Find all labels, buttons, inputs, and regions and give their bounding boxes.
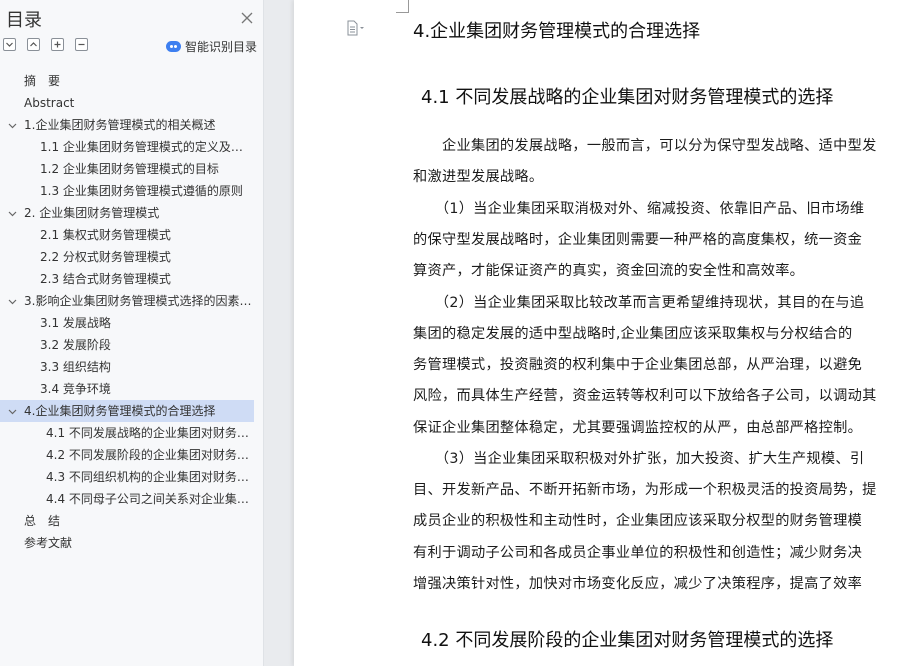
toc-item[interactable]: 4.1 不同发展战略的企业集团对财务管理模式的选择: [0, 422, 262, 444]
toc-item-label: 2.2 分权式财务管理模式: [40, 250, 171, 264]
smart-toc-button[interactable]: 智能识别目录: [166, 38, 257, 54]
toc-scrollbar[interactable]: [255, 66, 261, 666]
chevron-down-icon[interactable]: [8, 121, 17, 130]
margin-corner-mark: [396, 0, 409, 13]
toc-item[interactable]: 1.3 企业集团财务管理模式遵循的原则: [0, 180, 262, 202]
paragraph-line: 成员企业的积极性和主动性时，企业集团应该采取分权型的财务管理模: [413, 513, 863, 529]
toc-item-label: 2.1 集权式财务管理模式: [40, 228, 171, 242]
toc-item-label: 1.企业集团财务管理模式的相关概述: [24, 118, 216, 132]
paragraph-line: （2）当企业集团采取比较改革而言更希望维持现状，其目的在与追: [413, 295, 865, 311]
toc-item-label: 4.4 不同母子公司之间关系对企业集团财务管理模式的选择: [46, 492, 262, 506]
document-page[interactable]: 4.企业集团财务管理模式的合理选择 4.1 不同发展战略的企业集团对财务管理模式…: [294, 0, 907, 666]
toc-item[interactable]: 4.2 不同发展阶段的企业集团对财务管理模式的选择: [0, 444, 262, 466]
paragraph-line: 增强决策针对性，加快对市场变化反应，减少了决策程序，提高了效率: [413, 576, 863, 592]
paragraph-line: 算资产，才能保证资产的真实，资金回流的安全性和高效率。: [413, 263, 805, 279]
toc-item-label: 1.2 企业集团财务管理模式的目标: [40, 162, 219, 176]
paragraph-line: （1）当企业集团采取消极对外、缩减投资、依靠旧产品、旧市场维: [413, 201, 865, 217]
chevron-down-icon[interactable]: [8, 209, 17, 218]
paragraph-line: 企业集团的发展战略，一般而言，可以分为保守型发战略、适中型发: [413, 138, 877, 154]
toc-item-label: 参考文献: [24, 536, 73, 550]
toc-item-label: 2.3 结合式财务管理模式: [40, 272, 171, 286]
toc-item[interactable]: 2. 企业集团财务管理模式: [0, 202, 262, 224]
paragraph-line: 保证企业集团整体稳定，尤其要强调监控权的从严，由总部严格控制。: [413, 420, 863, 436]
toc-item[interactable]: 参考文献: [0, 532, 262, 554]
toc-item-label: 摘 要: [24, 74, 61, 88]
toc-item[interactable]: 1.2 企业集团财务管理模式的目标: [0, 158, 262, 180]
ai-bot-icon: [166, 40, 181, 52]
toc-item-label: 总 结: [24, 514, 61, 528]
toc-item[interactable]: 3.影响企业集团财务管理模式选择的因素分析: [0, 290, 262, 312]
toc-item[interactable]: 2.3 结合式财务管理模式: [0, 268, 262, 290]
paragraph-line: 目、开发新产品、不断开拓新市场，为形成一个积极灵活的投资局势，提: [413, 482, 877, 498]
toc-item[interactable]: 3.2 发展阶段: [0, 334, 262, 356]
toc-title: 目录: [6, 10, 42, 31]
toc-item-label: 3.4 竞争环境: [40, 382, 111, 396]
heading-section-4-2: 4.2 不同发展阶段的企业集团对财务管理模式的选择: [421, 630, 834, 651]
toc-item[interactable]: 3.4 竞争环境: [0, 378, 262, 400]
toc-item[interactable]: 4.4 不同母子公司之间关系对企业集团财务管理模式的选择: [0, 488, 262, 510]
toc-item-label: 2. 企业集团财务管理模式: [24, 206, 160, 220]
paragraph-line: 和激进型发展战略。: [413, 169, 544, 185]
close-icon[interactable]: [240, 10, 254, 24]
paragraph-line: 风险，而具体生产经营，资金运转等权利可以下放给各子公司，以调动其: [413, 388, 877, 404]
paragraph-line: 有利于调动子公司和各成员企事业单位的积极性和创造性；减少财务决: [413, 545, 863, 561]
page-menu-icon[interactable]: [346, 20, 366, 36]
toc-sidebar: 目录 智能识别目录 摘 要 Abstract 1.企业集团财务管理模式的相关概述 1.…: [0, 0, 264, 666]
paragraph-line: 务管理模式，投资融资的权利集中于企业集团总部，从严治理，以避免: [413, 357, 863, 373]
paragraph-line: 集团的稳定发展的适中型战略时,企业集团应该采取集权与分权结合的: [413, 326, 853, 342]
toc-item-label: 3.2 发展阶段: [40, 338, 111, 352]
toc-item-label: 3.影响企业集团财务管理模式选择的因素分析: [24, 294, 262, 308]
toc-item[interactable]: Abstract: [0, 92, 262, 114]
toc-item[interactable]: 2.2 分权式财务管理模式: [0, 246, 262, 268]
toc-item-label: 4.3 不同组织机构的企业集团对财务管理模式的选择: [46, 470, 262, 484]
toc-item[interactable]: 1.企业集团财务管理模式的相关概述: [0, 114, 262, 136]
toc-item-label: 3.3 组织结构: [40, 360, 111, 374]
toc-item-label: 4.2 不同发展阶段的企业集团对财务管理模式的选择: [46, 448, 262, 462]
toc-item-label: 4.1 不同发展战略的企业集团对财务管理模式的选择: [46, 426, 262, 440]
heading-level1: 4.企业集团财务管理模式的合理选择: [413, 21, 701, 42]
toc-item[interactable]: 总 结: [0, 510, 262, 532]
heading-section-4-1: 4.1 不同发展战略的企业集团对财务管理模式的选择: [421, 87, 834, 108]
toc-item-label: 3.1 发展战略: [40, 316, 111, 330]
paragraph-line: （3）当企业集团采取积极对外扩张，加大投资、扩大生产规模、引: [413, 451, 865, 467]
toc-item[interactable]: 1.1 企业集团财务管理模式的定义及特征: [0, 136, 262, 158]
toc-item[interactable]: 3.1 发展战略: [0, 312, 262, 334]
toc-item[interactable]: 摘 要: [0, 70, 262, 92]
expand-up-icon[interactable]: [27, 38, 40, 51]
remove-entry-icon[interactable]: [75, 38, 88, 51]
toc-item-label: 1.1 企业集团财务管理模式的定义及特征: [40, 140, 255, 154]
toc-item-label: Abstract: [24, 96, 75, 110]
add-entry-icon[interactable]: [51, 38, 64, 51]
document-canvas: 4.企业集团财务管理模式的合理选择 4.1 不同发展战略的企业集团对财务管理模式…: [264, 0, 907, 666]
collapse-all-icon[interactable]: [3, 38, 16, 51]
toc-item-label: 1.3 企业集团财务管理模式遵循的原则: [40, 184, 243, 198]
chevron-down-icon[interactable]: [8, 297, 17, 306]
smart-toc-label: 智能识别目录: [185, 39, 258, 54]
toc-item[interactable]: 4.企业集团财务管理模式的合理选择: [0, 400, 254, 422]
toc-item[interactable]: 3.3 组织结构: [0, 356, 262, 378]
toc-item[interactable]: 4.3 不同组织机构的企业集团对财务管理模式的选择: [0, 466, 262, 488]
toc-list: 摘 要 Abstract 1.企业集团财务管理模式的相关概述 1.1 企业集团财务管理…: [0, 70, 262, 554]
toc-scroll-thumb[interactable]: [255, 66, 261, 656]
paragraph-line: 的保守型发展战略时，企业集团则需要一种严格的高度集权，统一资金: [413, 232, 863, 248]
toc-item[interactable]: 2.1 集权式财务管理模式: [0, 224, 262, 246]
chevron-down-icon[interactable]: [8, 407, 17, 416]
toc-item-label: 4.企业集团财务管理模式的合理选择: [24, 404, 216, 418]
